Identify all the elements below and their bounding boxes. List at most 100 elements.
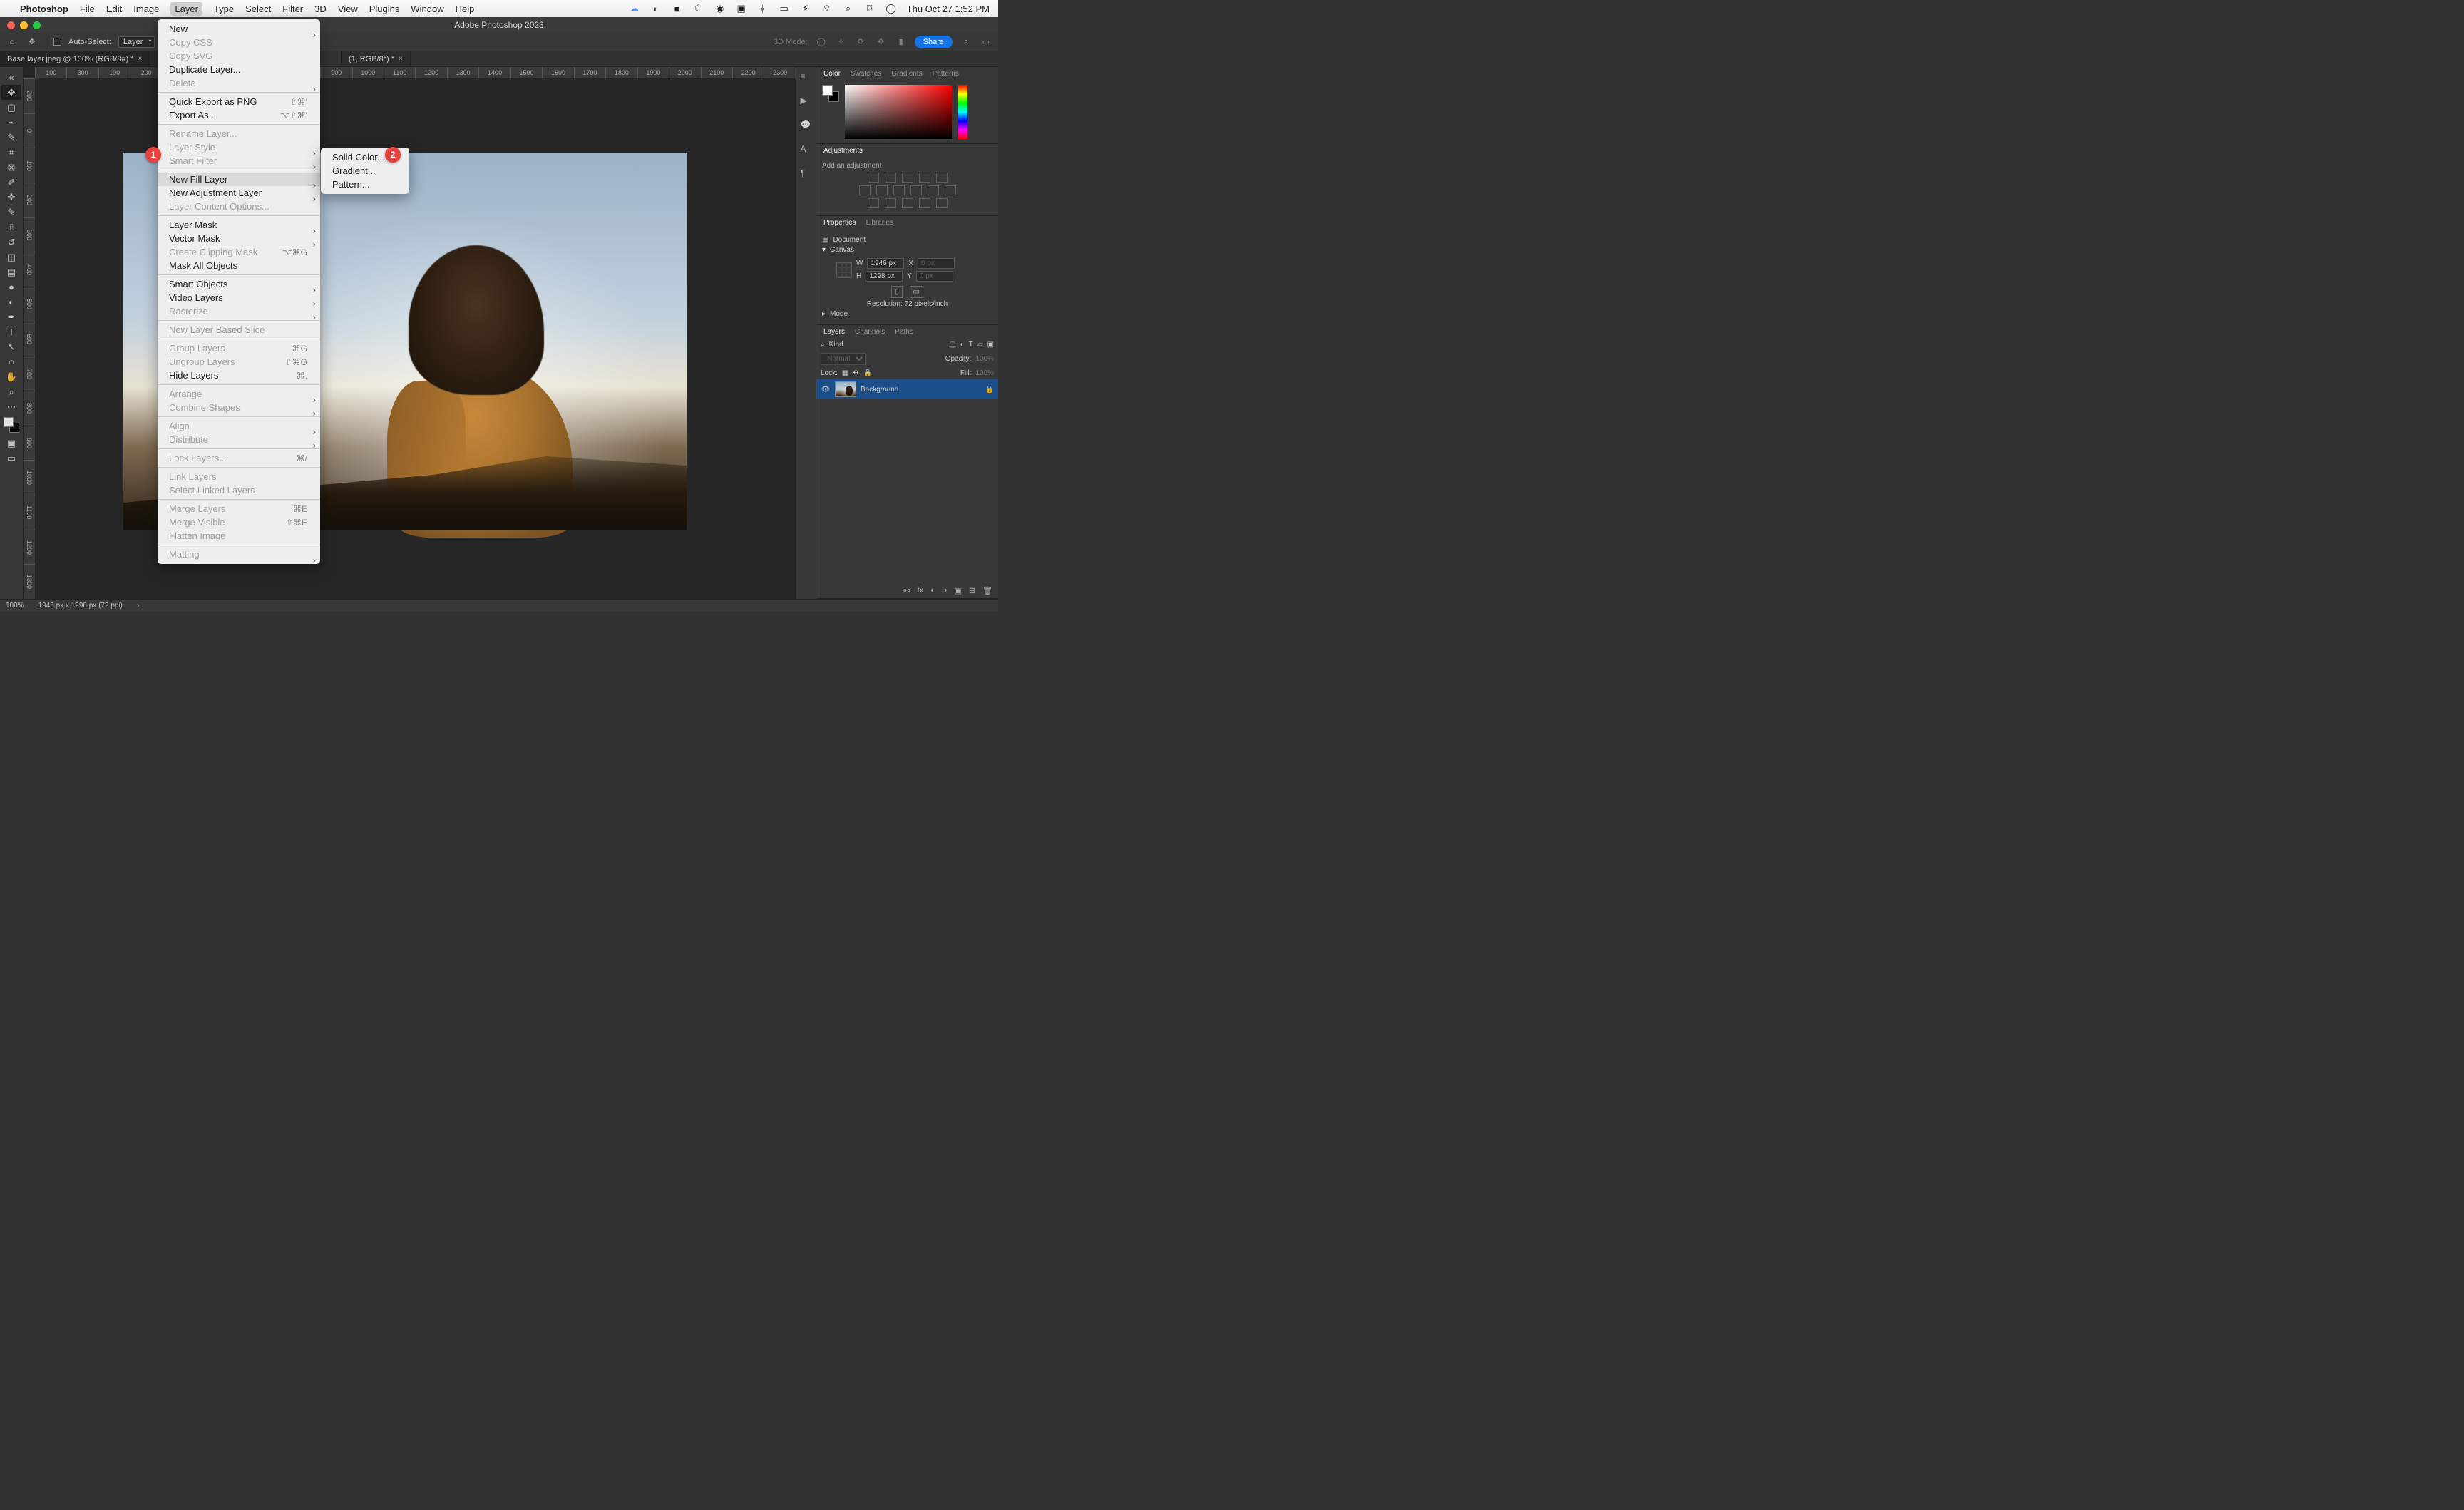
toolbox-collapse-icon[interactable]: « bbox=[1, 70, 21, 85]
menu-type[interactable]: Type bbox=[214, 4, 234, 14]
menu-item-new[interactable]: New bbox=[158, 22, 320, 36]
stamp-tool[interactable]: ⎍ bbox=[1, 220, 21, 235]
menu-item-video-layers[interactable]: Video Layers bbox=[158, 291, 320, 304]
close-tab-icon[interactable]: × bbox=[138, 55, 142, 63]
menu-window[interactable]: Window bbox=[411, 4, 443, 14]
brightness-adjustment-icon[interactable] bbox=[868, 173, 879, 183]
libraries-tab[interactable]: Libraries bbox=[866, 219, 893, 227]
auto-select-checkbox[interactable] bbox=[53, 38, 61, 46]
healing-tool[interactable]: ✜ bbox=[1, 190, 21, 205]
eyedropper-tool[interactable]: ✐ bbox=[1, 175, 21, 190]
status-control-center-icon[interactable]: ⌼ bbox=[864, 3, 876, 14]
search-icon[interactable]: ⌕ bbox=[960, 36, 972, 48]
patterns-tab[interactable]: Patterns bbox=[933, 70, 959, 78]
lock-position-icon[interactable]: ✥ bbox=[853, 369, 858, 377]
menu-file[interactable]: File bbox=[80, 4, 95, 14]
close-window-button[interactable] bbox=[7, 21, 15, 29]
channel-mixer-adjustment-icon[interactable] bbox=[928, 185, 939, 195]
menu-image[interactable]: Image bbox=[133, 4, 159, 14]
brush-tool[interactable]: ✎ bbox=[1, 205, 21, 220]
close-tab-icon[interactable]: × bbox=[399, 55, 403, 63]
path-select-tool[interactable]: ↖ bbox=[1, 339, 21, 354]
camera-3d-icon[interactable]: ▮ bbox=[895, 36, 908, 48]
status-bluetooth-icon[interactable]: ᚼ bbox=[757, 3, 769, 14]
hand-tool[interactable]: ✋ bbox=[1, 369, 21, 384]
status-search-icon[interactable]: ⌕ bbox=[843, 3, 854, 14]
share-button[interactable]: Share bbox=[915, 36, 953, 48]
properties-tab[interactable]: Properties bbox=[823, 219, 856, 227]
menu-item-new-fill-layer[interactable]: New Fill Layer bbox=[158, 173, 320, 186]
filter-smart-icon[interactable]: ▣ bbox=[987, 341, 994, 349]
vibrance-adjustment-icon[interactable] bbox=[936, 173, 948, 183]
status-battery-icon[interactable]: ⚡︎ bbox=[800, 3, 811, 14]
status-record-icon[interactable]: ◉ bbox=[714, 3, 726, 14]
status-square-icon[interactable]: ▣ bbox=[736, 3, 747, 14]
zoom-window-button[interactable] bbox=[33, 21, 41, 29]
new-fill-adjust-icon[interactable]: ◑ bbox=[943, 586, 948, 595]
home-icon[interactable]: ⌂ bbox=[6, 36, 19, 48]
filter-adjust-icon[interactable]: ◐ bbox=[960, 341, 965, 349]
blur-tool[interactable]: ● bbox=[1, 279, 21, 294]
menu-item-vector-mask[interactable]: Vector Mask bbox=[158, 232, 320, 245]
lock-pixels-icon[interactable]: ▦ bbox=[842, 369, 848, 377]
landscape-orientation-icon[interactable]: ▭ bbox=[910, 286, 923, 298]
pen-tool[interactable]: ✒ bbox=[1, 309, 21, 324]
auto-select-dropdown[interactable]: Layer bbox=[118, 36, 155, 48]
delete-layer-icon[interactable]: 🗑 bbox=[982, 586, 992, 595]
color-fg-bg-swatch[interactable] bbox=[822, 85, 839, 102]
status-wifi-icon[interactable]: ⌔ bbox=[821, 3, 833, 14]
gradient-map-adjustment-icon[interactable] bbox=[919, 198, 930, 208]
move-tool[interactable]: ✥ bbox=[1, 85, 21, 100]
filter-pixel-icon[interactable]: ▢ bbox=[949, 341, 955, 349]
quick-select-tool[interactable]: ✎ bbox=[1, 130, 21, 145]
layer-visibility-icon[interactable]: 👁 bbox=[821, 386, 831, 394]
bw-adjustment-icon[interactable] bbox=[893, 185, 905, 195]
menu-item-smart-objects[interactable]: Smart Objects bbox=[158, 277, 320, 291]
screen-mode-tool[interactable]: ▭ bbox=[1, 451, 21, 466]
lasso-tool[interactable]: ⌁ bbox=[1, 115, 21, 130]
quick-mask-tool[interactable]: ▣ bbox=[1, 436, 21, 451]
hue-slider[interactable] bbox=[958, 85, 967, 139]
roll-3d-icon[interactable]: ⟳ bbox=[855, 36, 868, 48]
layer-row[interactable]: 👁 Background 🔒 bbox=[816, 379, 998, 399]
blend-mode-select[interactable]: Normal bbox=[821, 353, 866, 365]
collapsed-panel-icon[interactable]: ▶ bbox=[801, 96, 812, 107]
canvas-width-input[interactable] bbox=[867, 258, 904, 269]
new-group-icon[interactable]: ▣ bbox=[954, 586, 961, 595]
color-tab[interactable]: Color bbox=[823, 70, 841, 78]
menu-item-mask-all-objects[interactable]: Mask All Objects bbox=[158, 259, 320, 272]
document-tab-1[interactable]: Base layer.jpeg @ 100% (RGB/8#) * × bbox=[0, 51, 150, 66]
history-brush-tool[interactable]: ↺ bbox=[1, 235, 21, 250]
menu-item-quick-export-as-png[interactable]: Quick Export as PNG⇧⌘' bbox=[158, 95, 320, 108]
gradients-tab[interactable]: Gradients bbox=[891, 70, 922, 78]
layer-style-icon[interactable]: fx bbox=[918, 586, 924, 595]
menu-item-export-as[interactable]: Export As...⌥⇧⌘' bbox=[158, 108, 320, 122]
zoom-tool[interactable]: ⌕ bbox=[1, 384, 21, 399]
workspace-icon[interactable]: ▭ bbox=[980, 36, 992, 48]
canvas-height-input[interactable] bbox=[866, 271, 903, 282]
menu-edit[interactable]: Edit bbox=[106, 4, 122, 14]
menu-layer[interactable]: Layer bbox=[170, 2, 202, 16]
menu-item-new-adjustment-layer[interactable]: New Adjustment Layer bbox=[158, 186, 320, 200]
status-video-icon[interactable]: ■ bbox=[672, 3, 683, 14]
selective-color-adjustment-icon[interactable] bbox=[936, 198, 948, 208]
color-field[interactable] bbox=[845, 85, 952, 139]
minimize-window-button[interactable] bbox=[20, 21, 28, 29]
status-app-icon[interactable]: ◐ bbox=[650, 3, 662, 14]
mode-label[interactable]: Mode bbox=[830, 310, 848, 318]
color-lookup-adjustment-icon[interactable] bbox=[945, 185, 956, 195]
portrait-orientation-icon[interactable]: ▯ bbox=[891, 286, 903, 298]
canvas-area[interactable]: 1003001002001003005007008009001000110012… bbox=[24, 67, 796, 599]
adjustments-tab[interactable]: Adjustments bbox=[823, 147, 863, 155]
collapsed-panel-icon[interactable]: ≡ bbox=[801, 71, 812, 83]
invert-adjustment-icon[interactable] bbox=[868, 198, 879, 208]
canvas-label[interactable]: Canvas bbox=[830, 246, 854, 254]
layers-tab[interactable]: Layers bbox=[823, 328, 845, 336]
collapsed-panel-icon[interactable]: ¶ bbox=[801, 168, 812, 180]
slide-3d-icon[interactable]: ✥ bbox=[875, 36, 888, 48]
swatches-tab[interactable]: Swatches bbox=[851, 70, 881, 78]
pan-3d-icon[interactable]: ✧ bbox=[835, 36, 848, 48]
menu-help[interactable]: Help bbox=[456, 4, 475, 14]
dodge-tool[interactable]: ◐ bbox=[1, 294, 21, 309]
edit-toolbar[interactable]: ⋯ bbox=[1, 399, 21, 414]
